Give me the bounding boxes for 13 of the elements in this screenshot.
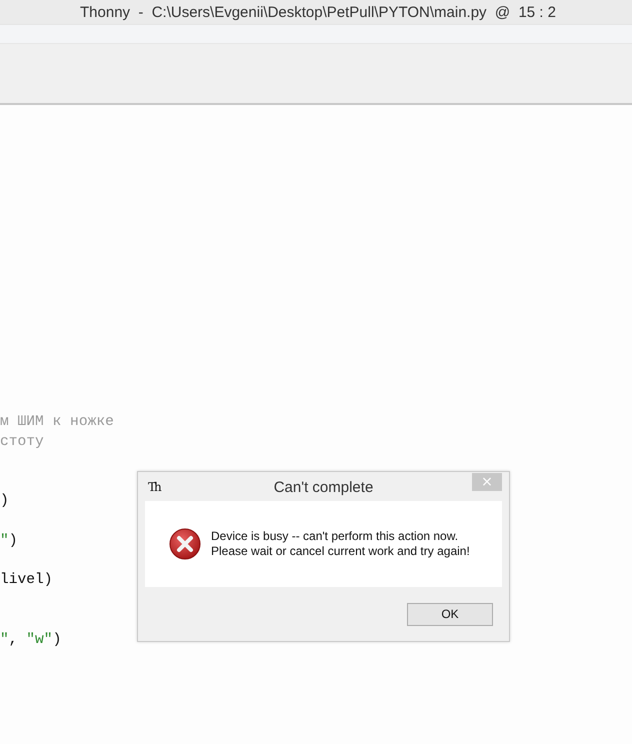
message-text: Please wait or cancel current work and try again! <box>211 544 470 559</box>
ok-button[interactable]: OK <box>407 602 493 626</box>
message-text: Device is busy -- can't perform this action now. <box>211 529 460 544</box>
code-line: ") <box>0 532 18 551</box>
code-line: ", "w") <box>0 630 62 650</box>
code-line: livel) <box>0 571 53 590</box>
code-line: м ШИМ к ножке <box>0 413 114 432</box>
code-line: стоту <box>0 432 44 452</box>
code-line: ) <box>0 492 9 512</box>
error-icon <box>169 528 201 560</box>
dialog-title: Can't complete <box>274 479 374 496</box>
app-logo: Th <box>148 480 160 494</box>
window-title: Thonny - C:\Users\Evgenii\Desktop\PetPull\PYTON\main.py @ 15 : 2 <box>80 4 556 20</box>
